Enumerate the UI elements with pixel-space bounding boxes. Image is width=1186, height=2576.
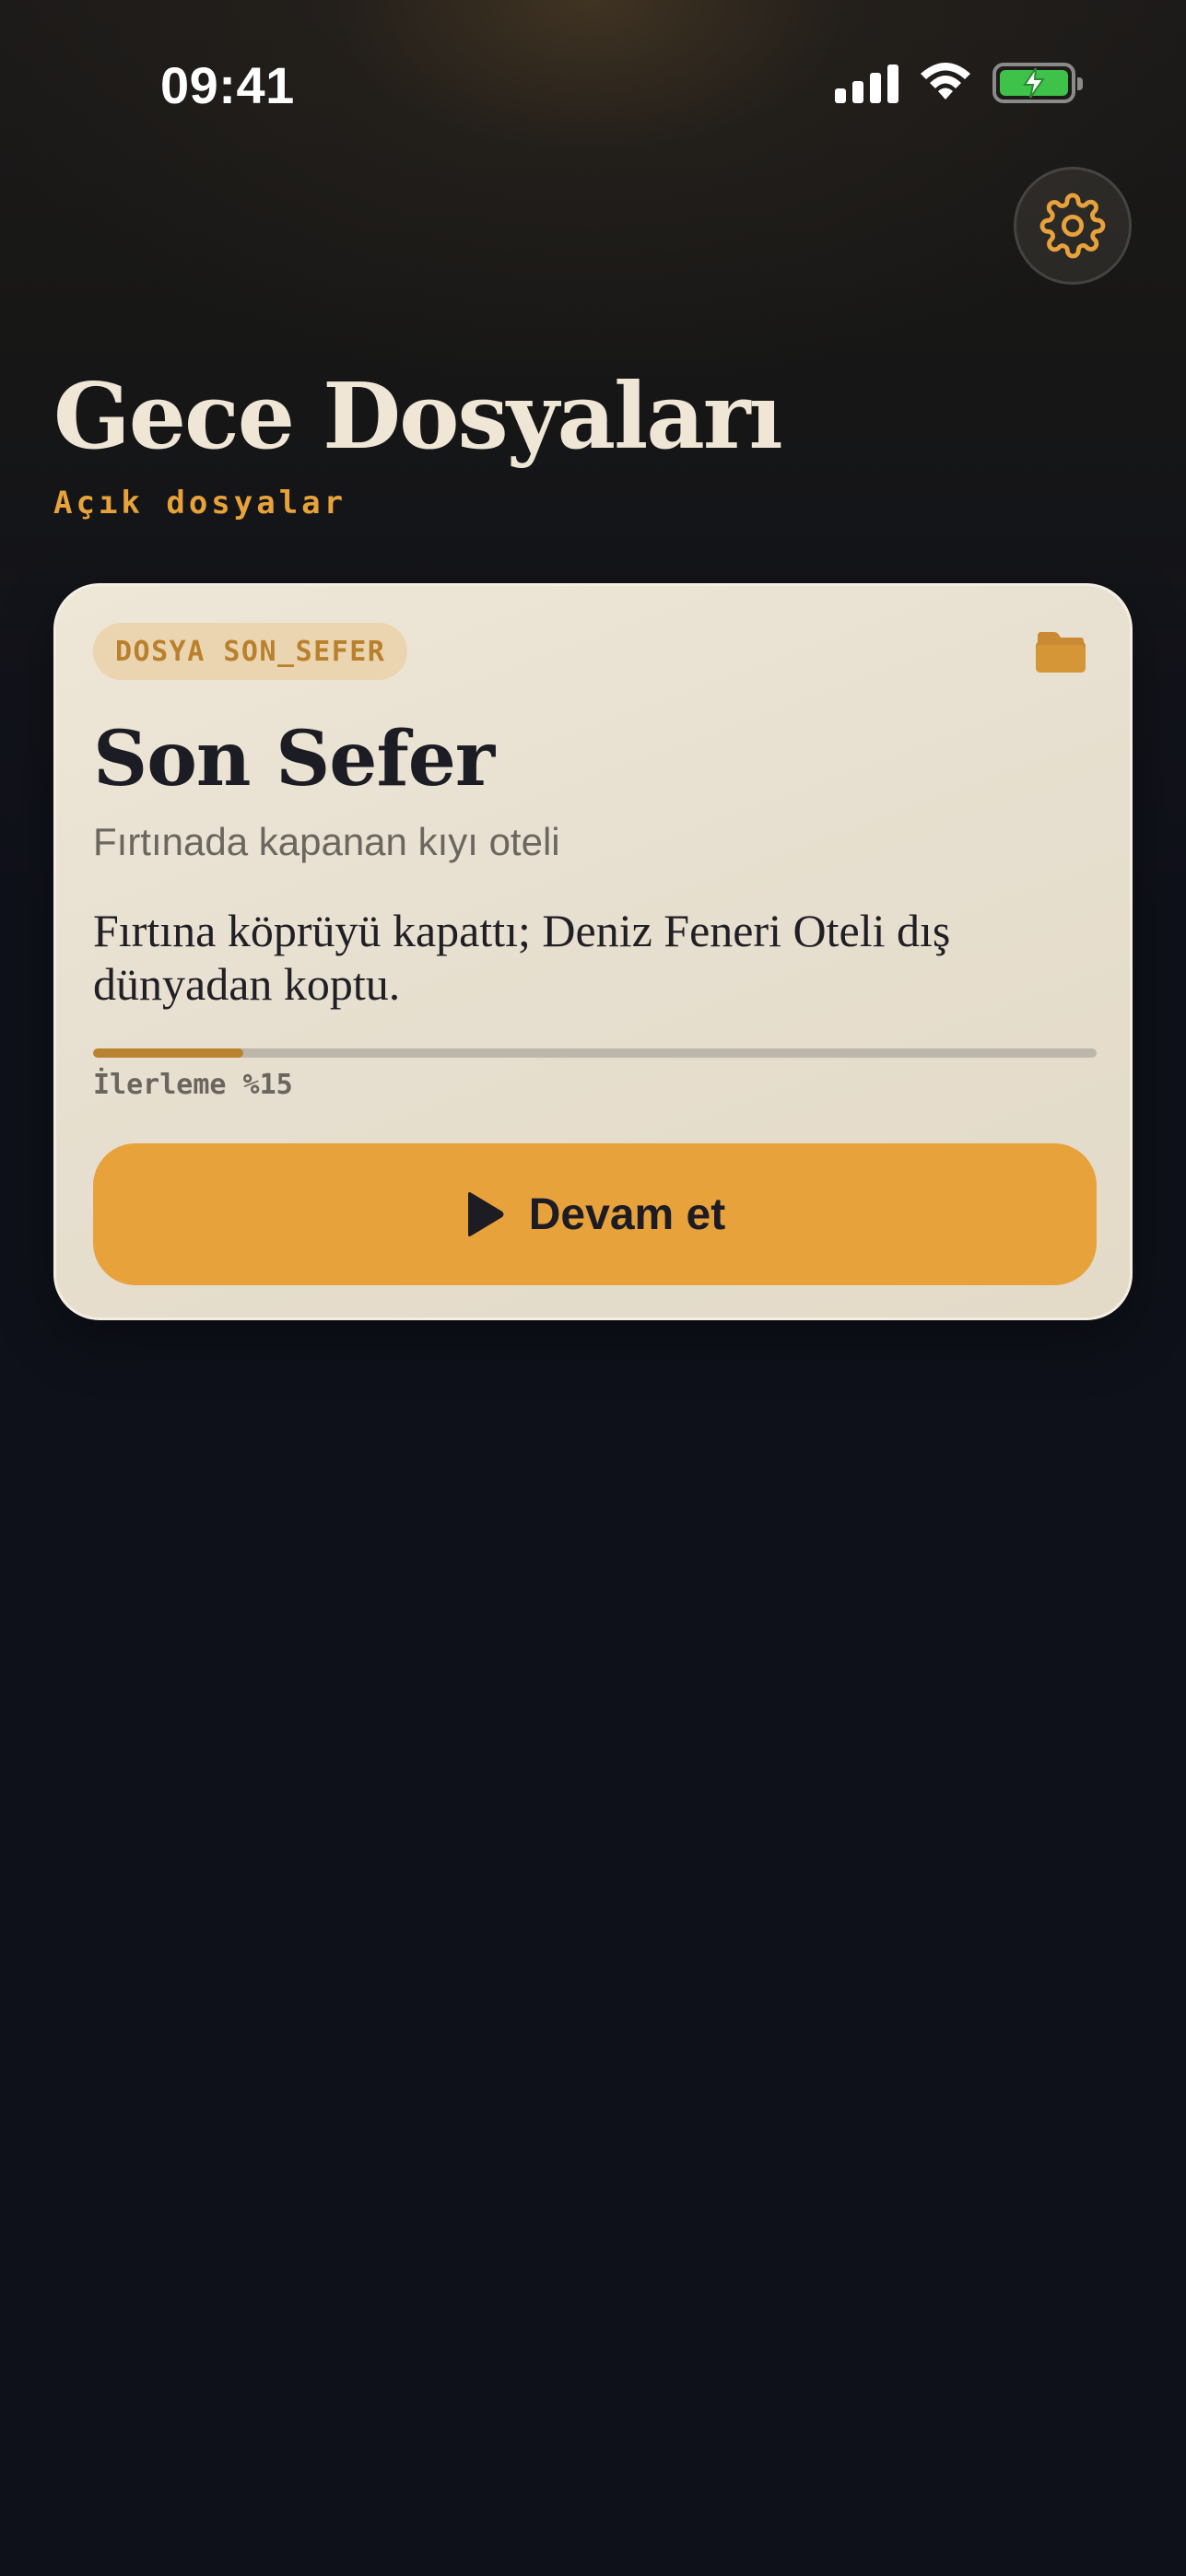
progress-fill <box>93 1048 244 1058</box>
case-subtitle: Fırtınada kapanan kıyı oteli <box>93 820 560 863</box>
case-tag: DOSYA SON_SEFER <box>93 623 408 680</box>
folder-icon[interactable] <box>1034 630 1087 674</box>
case-card[interactable]: DOSYA SON_SEFER Son Sefer Fırtınada kapa… <box>53 583 1133 1320</box>
progress-bar <box>93 1048 1097 1058</box>
case-description: Fırtına köprüyü kapattı; Deniz Feneri Ot… <box>93 905 951 1010</box>
page-title: Gece Dosyaları <box>53 364 783 470</box>
wifi-icon <box>921 63 970 100</box>
play-icon <box>467 1192 504 1236</box>
settings-button[interactable] <box>1014 167 1132 285</box>
status-bar: 09:41 <box>0 0 1186 175</box>
gear-icon <box>1039 193 1106 259</box>
page-subtitle: Açık dosyalar <box>53 485 347 521</box>
progress-label: İlerleme %15 <box>93 1069 293 1101</box>
status-time: 09:41 <box>160 56 295 114</box>
battery-charging-icon <box>992 63 1083 103</box>
continue-button-label: Devam et <box>528 1189 726 1239</box>
case-title: Son Sefer <box>93 715 495 803</box>
continue-button[interactable]: Devam et <box>93 1143 1097 1285</box>
status-icons <box>835 63 1083 103</box>
cellular-signal-icon <box>835 63 898 103</box>
